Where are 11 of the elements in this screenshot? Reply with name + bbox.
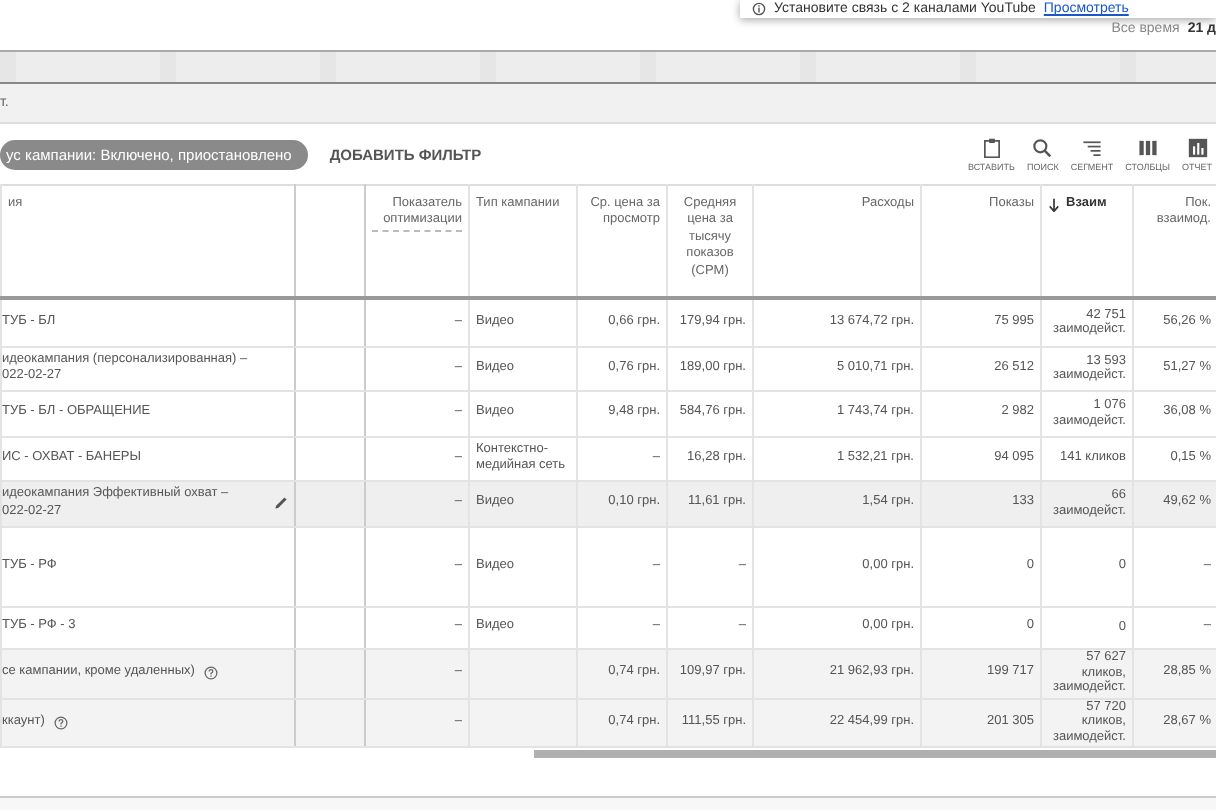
pencil-icon[interactable]: [274, 496, 288, 510]
help-icon[interactable]: [54, 715, 69, 729]
clipboard-icon: [981, 137, 1002, 157]
sort-arrow-icon[interactable]: [1048, 197, 1060, 212]
columns-icon: [1137, 137, 1158, 157]
info-icon: [752, 2, 766, 16]
segment-icon: [1082, 137, 1102, 157]
help-icon[interactable]: [204, 666, 219, 680]
bar-chart-icon: [1187, 137, 1207, 157]
search-icon: [1032, 137, 1053, 157]
horizontal-scrollbar[interactable]: [534, 749, 1216, 757]
